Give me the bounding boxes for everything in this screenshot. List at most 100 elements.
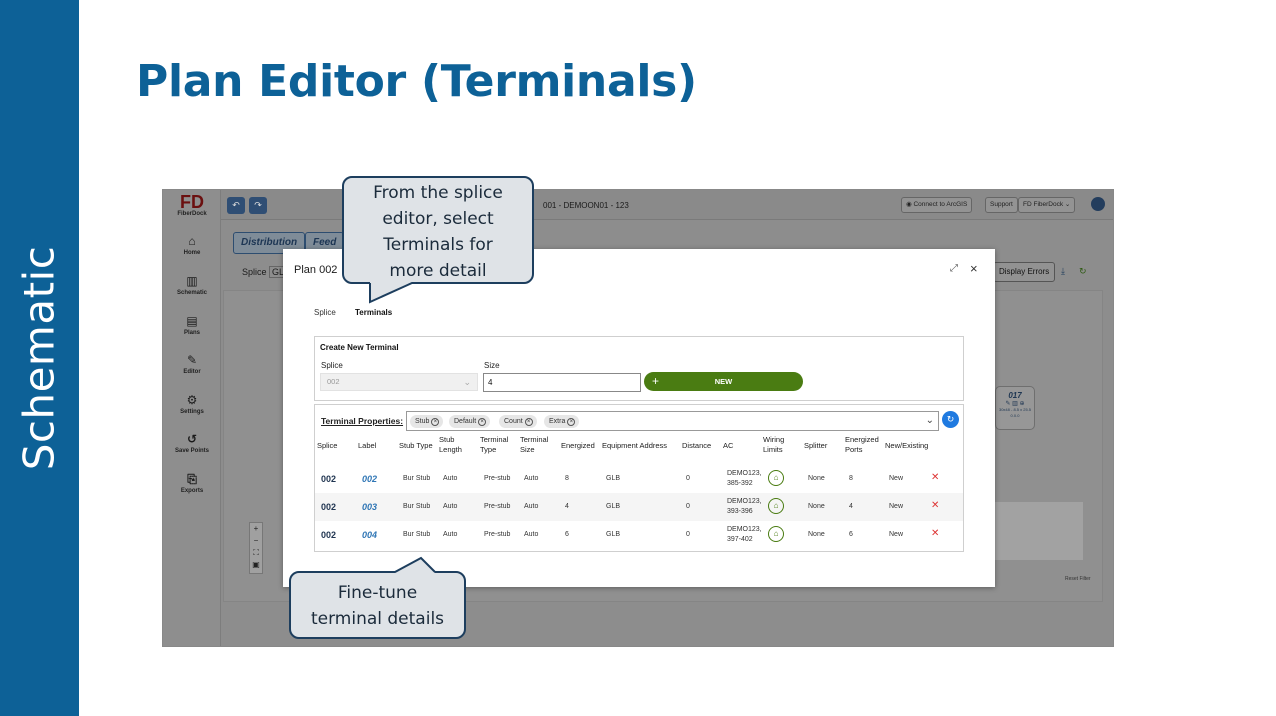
size-field-label: Size <box>484 361 500 370</box>
avatar[interactable] <box>1091 197 1105 211</box>
refresh-button[interactable]: ↻ <box>942 411 959 428</box>
nav-home[interactable]: ⌂ Home <box>163 234 221 256</box>
callout-line: Fine-tune <box>337 583 418 603</box>
nav-label: Exports <box>180 488 204 494</box>
cell-energized: 8 <box>565 475 569 482</box>
delete-row-icon[interactable]: ✕ <box>931 472 939 483</box>
column-header: Splice <box>317 441 338 450</box>
chip-stub[interactable]: Stub × <box>410 415 444 428</box>
plus-icon: + <box>652 374 660 388</box>
redo-button[interactable]: ↷ <box>249 197 267 214</box>
minimap <box>993 502 1083 560</box>
expand-icon[interactable]: ⤢ <box>950 263 958 274</box>
nav-settings[interactable]: ⚙ Settings <box>163 393 221 415</box>
redo-icon: ↷ <box>254 200 262 210</box>
wiring-limits-icon[interactable]: ⌂ <box>768 470 784 486</box>
cell-terminal-type: Pre-stub <box>484 475 511 482</box>
nav-schematic[interactable]: ▥ Schematic <box>163 274 221 296</box>
logo-text: FiberDock <box>177 211 207 217</box>
nav-editor[interactable]: ✎ Editor <box>163 353 221 375</box>
chip-remove-icon[interactable]: × <box>524 418 533 426</box>
cell-stub-length: Auto <box>443 503 458 510</box>
download-icon[interactable]: ⤓ <box>1061 266 1065 277</box>
callout-line: editor, select <box>382 209 494 229</box>
chip-count[interactable]: Count × <box>499 415 537 428</box>
create-terminal-panel: Create New Terminal Splice Size 002 ⌄ 4 +… <box>314 336 964 401</box>
column-header: Equipment Address <box>602 441 668 450</box>
cell-label[interactable]: 003 <box>362 502 377 512</box>
zoom-in-icon[interactable]: + <box>254 524 259 533</box>
chip-label: Stub <box>415 418 430 425</box>
zoom-controls[interactable]: + − ⛶ ▣ <box>249 522 263 574</box>
terminal-properties-select[interactable]: Stub × Default × Count × Extra × ⌄ <box>406 411 939 431</box>
refresh-icon[interactable]: ↻ <box>1079 266 1087 277</box>
cell-energized-ports: 8 <box>849 475 853 482</box>
cell-ac-line: DEMO123, <box>727 526 762 533</box>
new-terminal-button[interactable]: + NEW <box>644 372 803 391</box>
undo-button[interactable]: ↶ <box>227 197 245 214</box>
tab-terminals[interactable]: Terminals <box>355 308 392 317</box>
document-icon: ▤ <box>186 314 198 328</box>
chip-label: Count <box>504 418 523 425</box>
nav-save-points[interactable]: ↺ Save Points <box>163 432 221 454</box>
chip-extra[interactable]: Extra × <box>544 415 580 428</box>
chevron-down-icon[interactable]: ⌄ <box>926 415 934 426</box>
display-errors-button[interactable]: Display Errors <box>993 262 1056 282</box>
column-header: Stub Type <box>399 441 433 450</box>
lock-icon[interactable]: ▣ <box>252 560 260 569</box>
chip-remove-icon[interactable]: × <box>567 418 576 426</box>
column-header: Distance <box>682 441 712 450</box>
chip-default[interactable]: Default × <box>449 415 491 428</box>
nav-exports[interactable]: ⎘ Exports <box>163 472 221 494</box>
table-row[interactable]: 002 002 Bur Stub Auto Pre-stub Auto 8 GLB 0 DEMO1… <box>315 465 963 493</box>
chip-remove-icon[interactable]: × <box>478 418 487 426</box>
fiberdock-logo: FD FiberDock <box>175 193 209 221</box>
logo-mark-icon: FD <box>180 192 204 212</box>
cell-splitter: None <box>808 475 825 482</box>
column-header: Wiring Limits <box>763 435 785 454</box>
nav-plans[interactable]: ▤ Plans <box>163 314 221 336</box>
chip-remove-icon[interactable]: × <box>431 418 440 426</box>
cell-label[interactable]: 004 <box>362 530 377 540</box>
zoom-out-icon[interactable]: − <box>254 536 259 545</box>
account-menu[interactable]: FD FiberDock ⌄ <box>1018 197 1076 213</box>
cell-stub-length: Auto <box>443 475 458 482</box>
column-header: Terminal Size <box>520 435 549 454</box>
size-input[interactable]: 4 <box>483 373 641 392</box>
table-row[interactable]: 002 003 Bur Stub Auto Pre-stub Auto 4 GLB 0 DEMO1… <box>315 493 963 521</box>
nav-label: Plans <box>183 330 200 336</box>
cell-ac: DEMO123, 385-392 <box>727 469 762 489</box>
cell-label[interactable]: 002 <box>362 474 377 484</box>
undo-icon: ↶ <box>232 200 240 210</box>
table-row[interactable]: 002 004 Bur Stub Auto Pre-stub Auto 6 GLB 0 DEMO1… <box>315 521 963 549</box>
support-button[interactable]: Support <box>985 197 1018 213</box>
schematic-node[interactable]: 017 ✎ ▥ ⊕ 30x48 - 8.5 x 25.5 0.0.0 <box>995 386 1035 430</box>
fit-view-icon[interactable]: ⛶ <box>253 548 259 557</box>
reset-filter-link[interactable]: Reset Filter <box>1065 576 1091 582</box>
callout-tail-top <box>369 282 413 304</box>
refresh-icon: ↻ <box>946 414 955 424</box>
cell-splitter: None <box>808 503 825 510</box>
cell-ac: DEMO123, 393-396 <box>727 497 762 517</box>
cell-equipment-address: GLB <box>606 503 621 510</box>
wiring-limits-icon[interactable]: ⌂ <box>768 498 784 514</box>
cell-equipment-address: GLB <box>606 475 621 482</box>
splice-filter: Splice GL <box>242 266 288 278</box>
account-label: FiberDock <box>1033 201 1064 208</box>
wiring-limits-icon[interactable]: ⌂ <box>768 526 784 542</box>
chevron-down-icon: ⌄ <box>1063 201 1071 208</box>
delete-row-icon[interactable]: ✕ <box>931 528 939 539</box>
splice-select: 002 ⌄ <box>320 373 478 391</box>
connect-arcgis-button[interactable]: ◉ Connect to ArcGIS <box>901 197 973 213</box>
cell-terminal-size: Auto <box>524 503 539 510</box>
delete-row-icon[interactable]: ✕ <box>931 500 939 511</box>
modal-title: Plan 002 <box>294 264 338 276</box>
close-icon[interactable]: × <box>970 261 978 276</box>
tab-splice[interactable]: Splice <box>314 308 336 317</box>
cell-splitter: None <box>808 531 825 538</box>
callout-line: terminal details <box>310 609 445 629</box>
column-header: Stub Length <box>439 435 462 454</box>
history-icon: ↺ <box>186 432 198 446</box>
pencil-icon: ✎ <box>186 353 198 367</box>
chip-label: Extra <box>549 418 566 425</box>
